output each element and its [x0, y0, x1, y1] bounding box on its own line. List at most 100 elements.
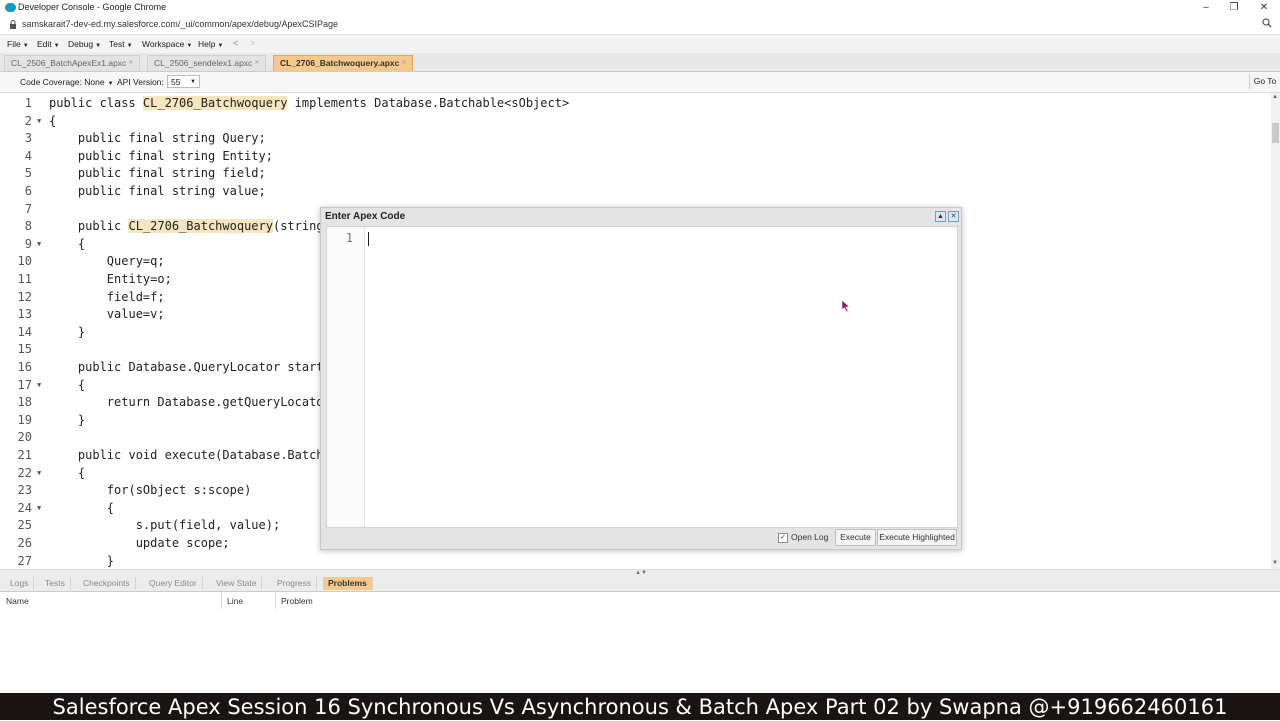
- line-number: 19: [17, 412, 32, 427]
- menu-debug[interactable]: Debug ▼: [68, 39, 101, 49]
- scroll-down-icon[interactable]: ▼: [1272, 560, 1278, 566]
- tab-logs[interactable]: Logs: [5, 577, 35, 590]
- fold-toggle-icon[interactable]: ▼: [37, 377, 41, 395]
- text-caret: [368, 232, 369, 246]
- line-number: 10: [17, 254, 32, 269]
- code-line[interactable]: }: [49, 412, 85, 430]
- editor-scrollbar[interactable]: ▲ ▼: [1271, 93, 1280, 569]
- code-line[interactable]: {: [49, 113, 56, 131]
- dialog-footer: ✓ Open Log Execute Execute Highlighted: [326, 528, 957, 547]
- minimize-button[interactable]: –: [1192, 0, 1220, 16]
- caret-down-icon: ▼: [186, 43, 193, 49]
- code-line[interactable]: public final string field;: [49, 165, 266, 183]
- code-line[interactable]: public final string Query;: [49, 130, 266, 148]
- nav-forward-button[interactable]: >: [250, 38, 255, 48]
- line-number: 3: [24, 131, 32, 146]
- column-divider[interactable]: [275, 592, 276, 609]
- nav-back-button[interactable]: <: [233, 38, 238, 48]
- tab-view-state[interactable]: View State: [211, 577, 263, 590]
- file-tabs: CL_2506_BatchApexEx1.apxc ✕ CL_2506_sende…: [0, 53, 1280, 72]
- code-line[interactable]: {: [49, 500, 114, 518]
- column-line[interactable]: Line: [227, 596, 243, 606]
- tab-tests[interactable]: Tests: [40, 577, 71, 590]
- code-line[interactable]: public void execute(Database.Batch: [49, 447, 324, 465]
- code-line[interactable]: public Database.QueryLocator start: [49, 359, 324, 377]
- maximize-icon[interactable]: ▲: [935, 211, 946, 222]
- column-divider[interactable]: [221, 592, 222, 609]
- line-number: 22: [17, 465, 32, 480]
- checkbox-checked-icon[interactable]: ✓: [778, 532, 788, 543]
- line-number: 1: [24, 96, 32, 110]
- fold-toggle-icon[interactable]: ▼: [37, 465, 41, 483]
- code-line[interactable]: update scope;: [49, 535, 230, 553]
- tab-sendelex1[interactable]: CL_2506_sendelex1.apxc ✕: [147, 55, 267, 71]
- salesforce-cloud-icon: [5, 3, 16, 12]
- go-to-button[interactable]: Go To: [1249, 74, 1280, 89]
- anonymous-apex-editor[interactable]: 1: [326, 226, 958, 528]
- caret-down-icon: ▼: [53, 43, 60, 49]
- code-line[interactable]: field=f;: [49, 289, 165, 307]
- tab-query-editor[interactable]: Query Editor: [144, 577, 203, 590]
- code-line[interactable]: Entity=o;: [49, 271, 172, 289]
- tab-checkpoints[interactable]: Checkpoints: [78, 577, 136, 590]
- close-icon[interactable]: ✕: [948, 211, 959, 222]
- menu-edit[interactable]: Edit ▼: [37, 39, 60, 49]
- code-line[interactable]: for(sObject s:scope): [49, 482, 252, 500]
- line-number: 21: [17, 448, 32, 462]
- code-line[interactable]: {: [49, 377, 85, 395]
- editor-toolbar: Code Coverage: None ▼ API Version: 55 ▼ G…: [0, 72, 1280, 93]
- api-version-select[interactable]: 55 ▼: [167, 75, 200, 88]
- execute-button[interactable]: Execute: [835, 529, 876, 546]
- menu-test[interactable]: Test ▼: [109, 39, 133, 49]
- code-line[interactable]: }: [49, 324, 85, 342]
- class-name-highlight: CL_2706_Batchwoquery: [128, 219, 273, 234]
- code-line[interactable]: value=v;: [49, 306, 165, 324]
- close-tab-icon[interactable]: ✕: [128, 60, 133, 66]
- menu-help[interactable]: Help ▼: [198, 39, 223, 49]
- column-problem[interactable]: Problem: [281, 596, 313, 606]
- execute-highlighted-button[interactable]: Execute Highlighted: [877, 529, 957, 546]
- fold-toggle-icon[interactable]: ▼: [37, 500, 41, 518]
- code-line[interactable]: public final string Entity;: [49, 148, 273, 166]
- close-tab-icon[interactable]: ✕: [254, 60, 259, 66]
- mouse-cursor-icon: [841, 299, 851, 316]
- fold-toggle-icon[interactable]: ▼: [37, 236, 41, 254]
- browser-title-bar: Developer Console - Google Chrome – ❐ ✕: [0, 0, 1280, 16]
- fold-toggle-icon[interactable]: ▼: [37, 113, 41, 131]
- panel-splitter[interactable]: ▲▼: [0, 569, 1280, 576]
- code-coverage-dropdown[interactable]: Code Coverage: None ▼: [20, 77, 114, 87]
- api-version-label: API Version:: [117, 77, 164, 87]
- code-line[interactable]: Query=q;: [49, 253, 165, 271]
- menu-file[interactable]: File ▼: [7, 39, 29, 49]
- code-line[interactable]: public CL_2706_Batchwoquery(string: [49, 218, 324, 236]
- line-number: 23: [17, 483, 32, 498]
- open-log-checkbox[interactable]: ✓ Open Log: [778, 532, 828, 543]
- line-number: 11: [17, 272, 32, 286]
- scroll-up-icon[interactable]: ▲: [1272, 94, 1278, 100]
- close-window-button[interactable]: ✕: [1250, 0, 1278, 16]
- column-name[interactable]: Name: [6, 596, 29, 606]
- code-line[interactable]: public final string value;: [49, 183, 266, 201]
- dialog-title: Enter Apex Code: [325, 211, 406, 222]
- code-line[interactable]: s.put(field, value);: [49, 517, 281, 535]
- tab-problems[interactable]: Problems: [323, 577, 373, 590]
- menu-workspace[interactable]: Workspace ▼: [142, 39, 192, 49]
- code-line[interactable]: public class CL_2706_Batchwoquery implem…: [49, 95, 569, 113]
- url-text[interactable]: samskarait7-dev-ed.my.salesforce.com/_ui…: [22, 19, 338, 29]
- code-line[interactable]: {: [49, 465, 85, 483]
- tab-batchwoquery[interactable]: CL_2706_Batchwoquery.apxc ✕: [273, 55, 414, 71]
- address-bar[interactable]: samskarait7-dev-ed.my.salesforce.com/_ui…: [0, 16, 1280, 35]
- zoom-icon[interactable]: [1262, 18, 1272, 31]
- line-number: 7: [24, 201, 32, 216]
- line-number: 9: [24, 236, 32, 251]
- close-tab-icon[interactable]: ✕: [401, 60, 406, 66]
- tab-progress[interactable]: Progress: [272, 577, 318, 590]
- line-number: 12: [17, 289, 32, 304]
- code-line[interactable]: }: [49, 553, 114, 569]
- scrollbar-thumb[interactable]: [1272, 123, 1279, 143]
- restore-button[interactable]: ❐: [1220, 0, 1248, 16]
- line-number: 13: [17, 307, 32, 322]
- code-line[interactable]: return Database.getQueryLocato: [49, 394, 324, 412]
- tab-batchapexex1[interactable]: CL_2506_BatchApexEx1.apxc ✕: [4, 55, 141, 71]
- code-line[interactable]: {: [49, 236, 85, 254]
